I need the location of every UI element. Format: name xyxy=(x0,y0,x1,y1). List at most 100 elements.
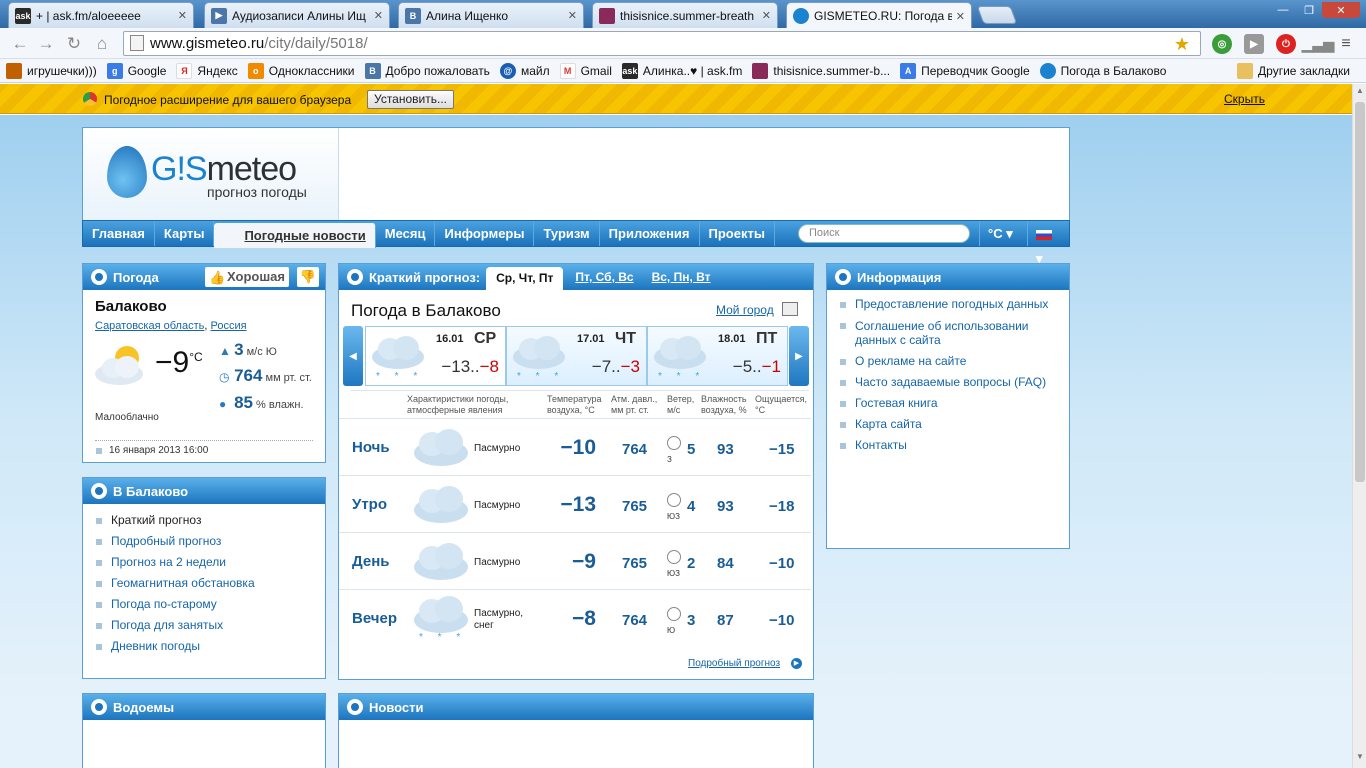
info-agreement[interactable]: Соглашение об использовании данных с сай… xyxy=(827,315,1069,351)
day-card-thu[interactable]: * * * 17.01 ЧТ −7..−3 xyxy=(506,326,647,386)
install-button[interactable]: Установить... xyxy=(367,90,454,109)
bookmark-star-icon[interactable]: ★ xyxy=(1174,34,1190,55)
menu-busy[interactable]: Погода для занятых xyxy=(83,615,325,636)
nav-tourism[interactable]: Туризм xyxy=(534,221,600,246)
info-sitemap[interactable]: Карта сайта xyxy=(827,414,1069,435)
bookmark-item[interactable]: @ майл xyxy=(499,62,550,79)
nav-informers[interactable]: Информеры xyxy=(435,221,535,246)
address-bar[interactable]: www.gismeteo.ru/city/daily/5018/ ★ xyxy=(123,31,1201,56)
menu-detailed-forecast[interactable]: Подробный прогноз xyxy=(83,531,325,552)
ok-icon: o xyxy=(247,62,264,79)
new-tab-button[interactable] xyxy=(976,6,1018,24)
detailed-forecast-link[interactable]: Подробный прогноз xyxy=(688,658,780,669)
country-link[interactable]: Россия xyxy=(210,320,246,332)
bookmark-item[interactable]: игрушечки))) xyxy=(6,62,97,79)
day-card-fri[interactable]: * * * 18.01 ПТ −5..−1 xyxy=(647,326,788,386)
close-icon[interactable]: ✕ xyxy=(956,10,965,23)
close-icon[interactable]: ✕ xyxy=(178,9,187,22)
page-scrollbar[interactable]: ▲ ▼ xyxy=(1352,84,1366,768)
scrollbar-thumb[interactable] xyxy=(1355,102,1365,482)
bookmark-item[interactable]: o Одноклассники xyxy=(247,62,355,79)
flag-ru-icon xyxy=(1036,229,1052,240)
scroll-up-icon[interactable]: ▲ xyxy=(1355,86,1365,98)
day-card-wed[interactable]: * * * 16.01 СР −13..−8 xyxy=(365,326,506,386)
bookmark-item[interactable]: thisisnice.summer-b... xyxy=(752,62,890,79)
nav-maps[interactable]: Карты xyxy=(155,221,215,246)
my-city-link[interactable]: Мой город xyxy=(716,303,774,317)
browser-tab-3[interactable]: B Алина Ищенко ✕ xyxy=(398,2,584,28)
cloudy-icon xyxy=(513,336,565,369)
info-faq[interactable]: Часто задаваемые вопросы (FAQ) xyxy=(827,372,1069,393)
info-contacts[interactable]: Контакты xyxy=(827,435,1069,456)
info-panel: Информация Предоставление погодных данны… xyxy=(826,263,1070,549)
forward-icon[interactable]: → xyxy=(36,34,56,54)
menu-geomagnetic[interactable]: Геомагнитная обстановка xyxy=(83,573,325,594)
search-input[interactable]: Поиск xyxy=(798,224,970,243)
chrome-icon xyxy=(83,92,97,106)
nav-projects[interactable]: Проекты xyxy=(700,221,775,246)
scroll-down-icon[interactable]: ▼ xyxy=(1355,752,1365,764)
restore-icon[interactable]: ❐ xyxy=(1296,2,1322,18)
media-extension-icon[interactable]: ▶ xyxy=(1244,34,1264,54)
hide-link[interactable]: Скрыть xyxy=(1224,92,1265,106)
info-advertising[interactable]: О рекламе на сайте xyxy=(827,351,1069,372)
info-guestbook[interactable]: Гостевая книга xyxy=(827,393,1069,414)
bookmark-item[interactable]: A Переводчик Google xyxy=(900,62,1030,79)
site-logo[interactable]: G!Smeteo прогноз погоды xyxy=(83,128,339,221)
minimize-icon[interactable]: — xyxy=(1270,2,1296,18)
rating-good-button[interactable]: 👍 Хорошая xyxy=(205,267,289,287)
info-data-provision[interactable]: Предоставление погодных данных xyxy=(827,294,1069,315)
wind-direction-icon xyxy=(667,493,681,507)
browser-tab-1[interactable]: ask + | ask.fm/aloeeeee ✕ xyxy=(8,2,194,28)
gismeteo-icon xyxy=(91,699,107,715)
extension-icon[interactable]: ◎ xyxy=(1212,34,1232,54)
region-link[interactable]: Саратовская область xyxy=(95,320,204,332)
browser-tab-4[interactable]: thisisnice.summer-breath ✕ xyxy=(592,2,778,28)
wind-direction-icon xyxy=(667,607,681,621)
close-icon[interactable]: ✕ xyxy=(762,9,771,22)
thumbs-down-icon[interactable]: 👎 xyxy=(297,267,319,287)
menu-wrench-icon[interactable]: ≡ xyxy=(1336,34,1356,54)
nav-apps[interactable]: Приложения xyxy=(600,221,700,246)
bookmark-item[interactable]: ask Алинка..♥ | ask.fm xyxy=(621,62,742,79)
language-dropdown[interactable]: ▾ xyxy=(1027,221,1069,266)
browser-tab-5[interactable]: GISMETEO.RU: Погода в Б ✕ xyxy=(786,2,972,29)
image-icon xyxy=(752,62,769,79)
window-close-icon[interactable]: ✕ xyxy=(1322,2,1360,18)
bookmark-item[interactable]: B Добро пожаловать xyxy=(364,62,490,79)
reload-icon[interactable]: ↻ xyxy=(64,34,84,54)
adblock-icon[interactable]: ⏻ xyxy=(1276,34,1296,54)
menu-diary[interactable]: Дневник погоды xyxy=(83,636,325,657)
close-icon[interactable]: ✕ xyxy=(374,9,383,22)
menu-old-style[interactable]: Погода по-старому xyxy=(83,594,325,615)
bookmark-item[interactable]: Погода в Балаково xyxy=(1039,62,1166,79)
browser-tab-2[interactable]: ▶ Аудиозаписи Алины Ищ ✕ xyxy=(204,2,390,28)
wind-direction-icon xyxy=(667,436,681,450)
menu-short-forecast[interactable]: Краткий прогноз xyxy=(83,510,325,531)
back-icon[interactable]: ← xyxy=(10,34,30,54)
nav-weather-news[interactable]: Погодные новости xyxy=(214,223,376,248)
tab-wed-thu-fri[interactable]: Ср, Чт, Пт xyxy=(486,267,564,290)
signal-icon[interactable]: ▁▃▅ xyxy=(1302,34,1334,54)
forecast-row-evening: Вечер * * * Пасмурно, снег −8 764 Ю 3 87… xyxy=(339,589,811,646)
bookmark-item[interactable]: M Gmail xyxy=(559,62,612,79)
nav-home[interactable]: Главная xyxy=(83,221,155,246)
wind-direction-icon xyxy=(667,550,681,564)
print-icon[interactable] xyxy=(782,302,798,316)
bookmark-item[interactable]: g Google xyxy=(106,62,166,79)
other-bookmarks[interactable]: Другие закладки xyxy=(1237,63,1350,79)
tab-fri-sat-sun[interactable]: Пт, Сб, Вс xyxy=(569,270,639,284)
units-dropdown[interactable]: °C ▾ xyxy=(979,221,1021,246)
gmail-icon: M xyxy=(559,62,576,79)
next-days-arrow[interactable]: ▶ xyxy=(789,326,809,386)
close-icon[interactable]: ✕ xyxy=(568,9,577,22)
cloudy-icon xyxy=(414,486,468,523)
nav-month[interactable]: Месяц xyxy=(376,221,436,246)
bookmark-item[interactable]: Я Яндекс xyxy=(176,62,238,79)
wind-icon: ▲ xyxy=(219,344,231,358)
home-icon[interactable]: ⌂ xyxy=(92,34,112,54)
menu-two-weeks[interactable]: Прогноз на 2 недели xyxy=(83,552,325,573)
arrow-right-icon[interactable]: ▶ xyxy=(791,658,802,669)
tab-sun-mon-tue[interactable]: Вс, Пн, Вт xyxy=(646,270,717,284)
prev-days-arrow[interactable]: ◀ xyxy=(343,326,363,386)
